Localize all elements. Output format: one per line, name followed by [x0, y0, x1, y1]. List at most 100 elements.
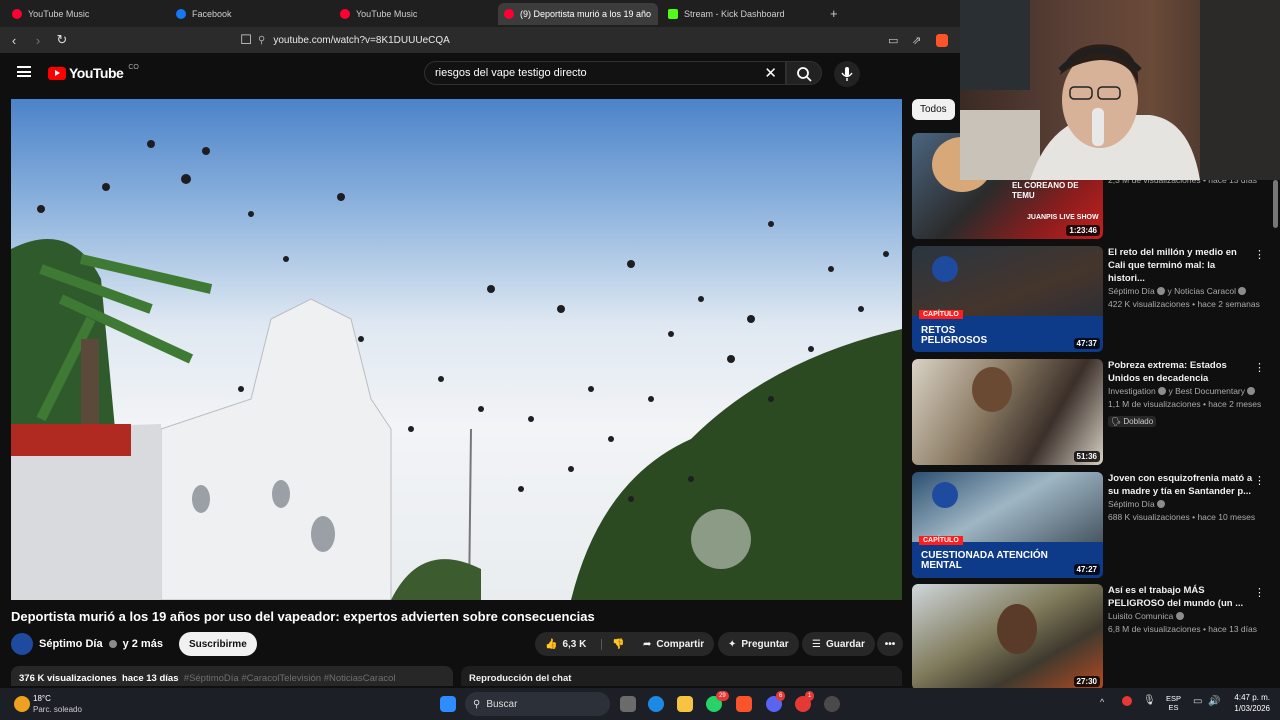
youtube-icon — [504, 8, 514, 19]
channel-name[interactable]: Séptimo Día y Noticias Caracol — [1108, 285, 1253, 298]
windows-start-icon[interactable] — [440, 696, 456, 712]
description-box[interactable]: 376 K visualizaciones hace 13 días #Sépt… — [11, 666, 453, 686]
save-button[interactable]: ☰ Guardar — [802, 632, 875, 656]
cast-icon[interactable]: ▭ — [888, 34, 898, 47]
like-count[interactable]: 6,3 K — [562, 639, 586, 650]
brave-icon[interactable] — [736, 696, 752, 712]
new-tab-button[interactable]: + — [830, 6, 838, 21]
save-playlist-icon: ☰ — [812, 638, 821, 650]
forward-icon[interactable]: › — [28, 33, 48, 48]
video-title[interactable]: Joven con esquizofrenia mató a su madre … — [1108, 472, 1253, 498]
sparkle-icon: ✦ — [728, 638, 737, 650]
tray-app-icon[interactable] — [1122, 696, 1132, 706]
share-icon[interactable]: ⇗ — [912, 34, 921, 47]
channel-row: Séptimo Día y 2 más Suscribirme — [11, 632, 257, 656]
subscribe-button[interactable]: Suscribirme — [178, 632, 257, 656]
youtube-music-icon — [12, 8, 22, 19]
browser-tab-active[interactable]: (9) Deportista murió a los 19 año✕ — [498, 2, 658, 25]
brave-shield-icon[interactable] — [936, 34, 948, 47]
hashtags[interactable]: #SéptimoDía #CaracolTelevisión #Noticias… — [184, 673, 396, 684]
verified-icon — [1175, 612, 1184, 620]
search-input[interactable]: riesgos del vape testigo directo ✕ — [424, 61, 786, 85]
reload-icon[interactable]: ↻ — [52, 32, 72, 48]
back-icon[interactable]: ‹ — [4, 33, 24, 48]
share-arrow-icon: ➦ — [643, 638, 652, 650]
like-icon[interactable]: 👍 — [545, 639, 557, 650]
channel-name[interactable]: Luisito Comunica — [1108, 610, 1253, 623]
bookmark-icon[interactable]: ☐ — [236, 32, 256, 48]
verified-icon — [1247, 387, 1256, 395]
webcam-overlay — [960, 0, 1280, 180]
filter-chip-all[interactable]: Todos — [912, 99, 955, 120]
video-thumbnail[interactable]: 27:30 — [912, 584, 1103, 690]
search-icon: ⚲ — [473, 698, 481, 710]
more-vertical-icon[interactable]: ⋮ — [1254, 586, 1265, 599]
browser-tab[interactable]: Stream - Kick Dashboard — [662, 3, 822, 25]
channel-name[interactable]: Séptimo Día — [1108, 498, 1253, 511]
more-horizontal-icon: ••• — [884, 638, 896, 650]
browser-tab[interactable]: YouTube Music — [334, 3, 494, 25]
video-title[interactable]: El reto del millón y medio en Cali que t… — [1108, 246, 1253, 285]
channel-extra[interactable]: y 2 más — [123, 638, 163, 650]
browser-tab[interactable]: YouTube Music — [6, 3, 166, 25]
share-button[interactable]: ➦ Compartir — [633, 632, 715, 656]
tray-chevron-icon[interactable]: ^ — [1100, 697, 1104, 707]
video-thumbnail[interactable]: 51:36 — [912, 359, 1103, 465]
youtube-play-icon — [48, 66, 66, 80]
volume-icon[interactable]: 🔊 — [1208, 696, 1220, 707]
webcam-feed — [960, 0, 1280, 180]
video-player[interactable] — [11, 99, 902, 600]
weather-temp[interactable]: 18°C — [33, 694, 51, 703]
dubbed-icon: 🗣 — [1111, 417, 1122, 426]
close-tab-icon[interactable]: ✕ — [657, 8, 658, 19]
taskbar-search[interactable]: ⚲ Buscar — [465, 692, 610, 716]
more-vertical-icon[interactable]: ⋮ — [1254, 361, 1265, 374]
clear-search-icon[interactable]: ✕ — [764, 64, 777, 82]
channel-logo — [932, 256, 958, 282]
search-button[interactable] — [786, 61, 822, 85]
clock[interactable]: 4:47 p. m. 1/03/2026 — [1222, 693, 1270, 713]
recommendation-item[interactable]: 27:30 Así es el trabajo MÁS PELIGROSO de… — [912, 584, 1272, 690]
channel-avatar[interactable] — [11, 633, 33, 655]
video-title[interactable]: Así es el trabajo MÁS PELIGROSO del mund… — [1108, 584, 1253, 610]
network-icon[interactable]: ▭ — [1193, 696, 1202, 707]
task-view-icon[interactable] — [620, 696, 636, 712]
recommendation-item[interactable]: CAPÍTULO CUESTIONADA ATENCIÓN MENTAL 47:… — [912, 472, 1272, 578]
menu-icon[interactable] — [17, 66, 31, 77]
video-thumbnail[interactable]: CAPÍTULO CUESTIONADA ATENCIÓN MENTAL 47:… — [912, 472, 1103, 578]
dislike-icon[interactable]: 👎 — [601, 638, 625, 650]
url-field[interactable]: ⚲ youtube.com/watch?v=8K1DUUUeCQA — [258, 30, 958, 50]
ask-button[interactable]: ✦ Preguntar — [718, 632, 799, 656]
verified-icon — [108, 640, 117, 648]
weather-icon[interactable] — [14, 696, 30, 712]
youtube-logo[interactable]: YouTube CO — [48, 64, 139, 81]
more-vertical-icon[interactable]: ⋮ — [1254, 474, 1265, 487]
youtube-music-icon — [340, 8, 350, 19]
microphone-icon[interactable]: 🎙 — [1143, 695, 1156, 706]
search-icon — [797, 67, 812, 82]
scrollbar-thumb[interactable] — [1273, 180, 1278, 228]
recommendation-item[interactable]: 51:36 Pobreza extrema: Estados Unidos en… — [912, 359, 1272, 465]
verified-icon — [1238, 287, 1247, 295]
video-thumbnail[interactable]: CAPÍTULO RETOS PELIGROSOS 47:37 — [912, 246, 1103, 352]
browser-tab[interactable]: Facebook — [170, 3, 330, 25]
channel-name[interactable]: Séptimo Día — [39, 638, 103, 650]
video-meta: 688 K visualizaciones • hace 10 meses — [1108, 512, 1256, 522]
video-info: Pobreza extrema: Estados Unidos en decad… — [1108, 359, 1262, 429]
video-info: Joven con esquizofrenia mató a su madre … — [1108, 472, 1256, 524]
video-meta: 1,1 M de visualizaciones • hace 2 meses — [1108, 399, 1262, 409]
site-info-icon[interactable]: ⚲ — [258, 35, 265, 46]
language-indicator[interactable]: ESP ES — [1166, 694, 1181, 712]
microphone-icon — [841, 67, 853, 81]
more-vertical-icon[interactable]: ⋮ — [1254, 248, 1265, 261]
chat-replay-header[interactable]: Reproducción del chat — [461, 666, 902, 686]
recommendation-item[interactable]: CAPÍTULO RETOS PELIGROSOS 47:37 El reto … — [912, 246, 1272, 352]
voice-search-button[interactable] — [834, 61, 860, 87]
weather-desc[interactable]: Parc. soleado — [33, 705, 82, 714]
edge-icon[interactable] — [648, 696, 664, 712]
channel-name[interactable]: Investigation y Best Documentary — [1108, 385, 1256, 398]
app-icon[interactable] — [824, 696, 840, 712]
video-title[interactable]: Pobreza extrema: Estados Unidos en decad… — [1108, 359, 1253, 385]
more-actions-button[interactable]: ••• — [877, 632, 903, 656]
file-explorer-icon[interactable] — [677, 696, 693, 712]
